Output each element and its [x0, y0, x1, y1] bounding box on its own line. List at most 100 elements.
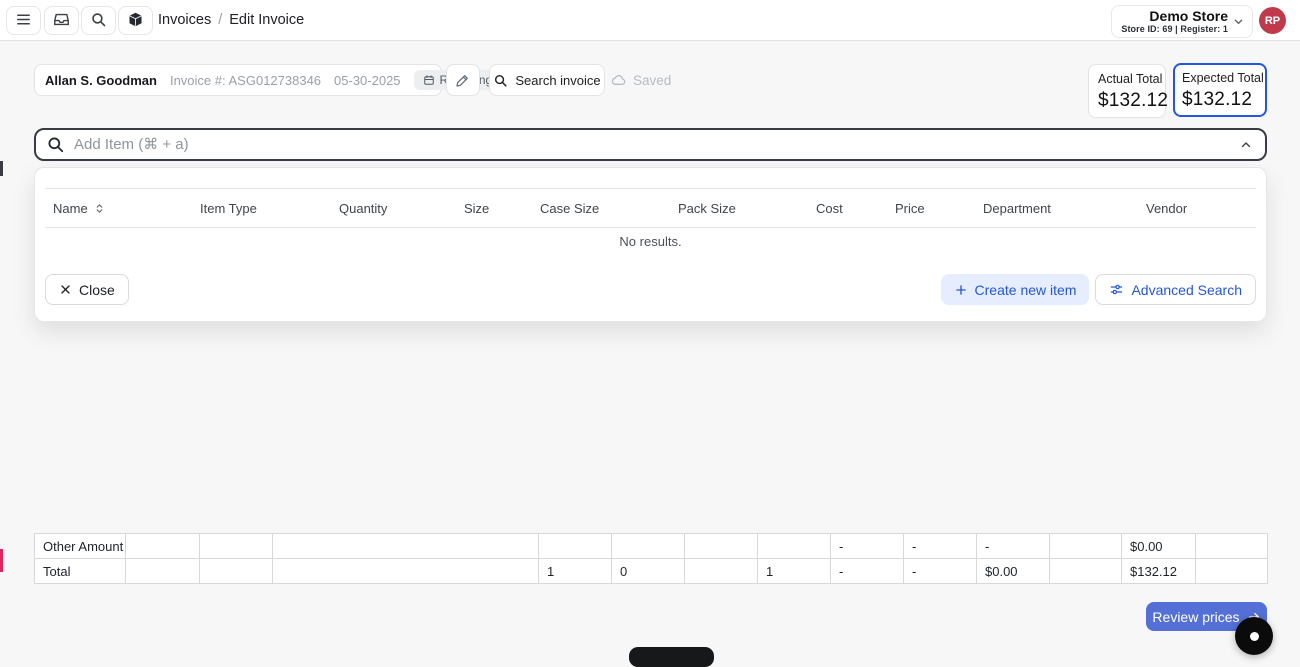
table-cell: $0.00	[1122, 534, 1196, 559]
empty-results-message: No results.	[45, 234, 1256, 249]
saved-label: Saved	[633, 73, 671, 88]
pencil-icon	[455, 72, 471, 88]
left-edge-red-stripe	[0, 549, 3, 572]
table-cell	[1050, 559, 1122, 584]
breadcrumb: Invoices / Edit Invoice	[158, 0, 304, 40]
column-header-vendor: Vendor	[1146, 201, 1256, 216]
chat-launcher[interactable]	[1235, 617, 1273, 655]
column-header-price: Price	[895, 201, 983, 216]
search-invoice-label: Search invoice	[515, 73, 600, 88]
table-cell	[1196, 559, 1268, 584]
review-prices-label: Review prices	[1152, 609, 1239, 625]
actual-total-label: Actual Total	[1098, 72, 1156, 86]
column-header-cost: Cost	[816, 201, 895, 216]
search-icon	[90, 11, 107, 31]
search-button[interactable]	[81, 6, 116, 35]
table-cell	[126, 559, 200, 584]
table-cell	[273, 559, 539, 584]
column-header-quantity: Quantity	[339, 201, 464, 216]
avatar[interactable]: RP	[1259, 7, 1286, 34]
table-cell	[200, 534, 273, 559]
table-cell	[685, 534, 758, 559]
calendar-icon	[423, 74, 435, 86]
search-icon	[493, 73, 508, 88]
invoice-date: 05-30-2025	[334, 73, 401, 88]
table-cell	[612, 534, 685, 559]
actual-total-card[interactable]: Actual Total $132.12	[1088, 64, 1166, 118]
add-item-bar	[34, 128, 1267, 161]
table-row-other-amount: Other Amount - - - $0.00	[35, 534, 1268, 559]
table-cell	[1050, 534, 1122, 559]
table-cell: -	[831, 534, 904, 559]
package-icon	[127, 11, 144, 31]
column-header-pack-size: Pack Size	[678, 201, 816, 216]
breadcrumb-current-page: Edit Invoice	[229, 12, 304, 28]
table-cell: -	[831, 559, 904, 584]
table-cell	[1196, 534, 1268, 559]
bottom-toast-edge	[629, 647, 714, 667]
inbox-button[interactable]	[44, 6, 79, 35]
collapse-results-button[interactable]	[1237, 136, 1255, 154]
menu-icon	[15, 11, 32, 31]
customer-name: Allan S. Goodman	[45, 73, 157, 88]
inbox-icon	[53, 11, 70, 31]
column-header-size: Size	[464, 201, 540, 216]
expected-total-value: $132.12	[1182, 89, 1258, 111]
table-cell	[200, 559, 273, 584]
breadcrumb-separator: /	[218, 12, 222, 28]
item-search-panel: Name Item Type Quantity Size Case Size P…	[34, 167, 1267, 322]
table-cell: -	[977, 534, 1050, 559]
topbar: Invoices / Edit Invoice Demo Store Store…	[0, 0, 1300, 41]
actual-total-value: $132.12	[1098, 90, 1156, 112]
table-cell: Total	[35, 559, 126, 584]
table-cell	[758, 534, 831, 559]
chevron-down-icon	[1232, 15, 1245, 28]
close-button-label: Close	[79, 282, 115, 298]
table-cell	[685, 559, 758, 584]
store-name: Demo Store	[1121, 8, 1228, 24]
chat-icon	[1250, 632, 1259, 641]
table-cell: Other Amount	[35, 534, 126, 559]
plus-icon	[954, 283, 968, 297]
column-header-department: Department	[983, 201, 1146, 216]
table-cell: 0	[612, 559, 685, 584]
chevron-up-icon	[1239, 138, 1253, 152]
search-icon	[46, 135, 65, 154]
sort-icon	[94, 203, 105, 214]
add-item-input[interactable]	[74, 136, 1228, 153]
edit-invoice-button[interactable]	[446, 64, 480, 96]
results-table-header: Name Item Type Quantity Size Case Size P…	[45, 188, 1256, 228]
menu-button[interactable]	[6, 6, 41, 35]
table-cell: $0.00	[977, 559, 1050, 584]
saved-indicator: Saved	[611, 64, 671, 96]
cloud-icon	[611, 72, 627, 88]
column-header-case-size: Case Size	[540, 201, 678, 216]
column-header-item-type: Item Type	[200, 201, 339, 216]
create-new-item-button[interactable]: Create new item	[941, 274, 1090, 305]
package-button[interactable]	[118, 6, 153, 35]
store-selector[interactable]: Demo Store Store ID: 69 | Register: 1	[1111, 5, 1253, 38]
invoice-summary-card: Allan S. Goodman Invoice #: ASG012738346…	[34, 64, 442, 96]
expected-total-label: Expected Total	[1182, 71, 1258, 85]
left-edge-mark	[0, 161, 3, 176]
invoice-summary-table: Other Amount - - - $0.00 Total 1 0 1 - -…	[34, 533, 1268, 584]
advanced-search-label: Advanced Search	[1131, 282, 1242, 298]
breadcrumb-invoices[interactable]: Invoices	[158, 12, 211, 28]
table-row-total: Total 1 0 1 - - $0.00 $132.12	[35, 559, 1268, 584]
table-cell: -	[904, 534, 977, 559]
table-cell	[126, 534, 200, 559]
column-header-name[interactable]: Name	[45, 201, 200, 216]
table-cell: -	[904, 559, 977, 584]
search-invoice-button[interactable]: Search invoice	[489, 64, 605, 96]
panel-footer-actions: Create new item Advanced Search	[941, 274, 1256, 305]
create-new-item-label: Create new item	[975, 282, 1077, 298]
close-icon	[59, 283, 72, 296]
expected-total-card[interactable]: Expected Total $132.12	[1173, 63, 1267, 117]
panel-footer: Close Create new item Advanced Search	[45, 274, 1256, 305]
table-cell	[539, 534, 612, 559]
close-button[interactable]: Close	[45, 274, 129, 305]
store-meta: Store ID: 69 | Register: 1	[1121, 24, 1228, 34]
table-cell	[273, 534, 539, 559]
advanced-search-button[interactable]: Advanced Search	[1095, 274, 1256, 305]
store-info: Demo Store Store ID: 69 | Register: 1	[1121, 8, 1228, 34]
